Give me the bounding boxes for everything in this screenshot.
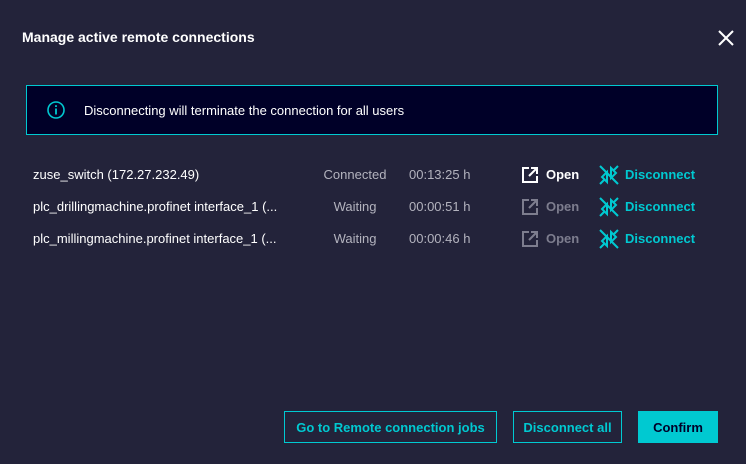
dialog-title: Manage active remote connections <box>22 29 255 45</box>
confirm-button[interactable]: Confirm <box>638 411 718 443</box>
disconnect-icon <box>599 197 619 217</box>
connection-duration: 00:00:51 h <box>409 199 471 214</box>
disconnect-all-button[interactable]: Disconnect all <box>513 411 622 443</box>
connection-row: plc_drillingmachine.profinet interface_1… <box>0 191 746 223</box>
close-icon <box>718 30 734 46</box>
open-label: Open <box>546 231 580 246</box>
open-button[interactable]: Open <box>520 159 590 191</box>
connection-duration: 00:00:46 h <box>409 231 471 246</box>
disconnect-label: Disconnect <box>625 231 696 246</box>
disconnect-button[interactable]: Disconnect <box>599 159 719 191</box>
disconnect-icon <box>599 229 619 249</box>
info-message: Disconnecting will terminate the connect… <box>84 102 405 118</box>
disconnect-button[interactable]: Disconnect <box>599 223 719 255</box>
connection-duration: 00:13:25 h <box>409 167 471 182</box>
external-link-icon <box>520 229 540 249</box>
external-link-icon <box>520 197 540 217</box>
open-label: Open <box>546 167 580 182</box>
disconnect-label: Disconnect <box>625 167 696 182</box>
close-button[interactable] <box>713 25 739 51</box>
connection-status: Connected <box>323 167 387 182</box>
disconnect-label: Disconnect <box>625 199 696 214</box>
disconnect-button[interactable]: Disconnect <box>599 191 719 223</box>
open-button[interactable]: Open <box>520 223 590 255</box>
disconnect-icon <box>599 165 619 185</box>
connection-row: plc_millingmachine.profinet interface_1 … <box>0 223 746 255</box>
connection-name: plc_drillingmachine.profinet interface_1… <box>33 199 278 214</box>
open-button[interactable]: Open <box>520 191 590 223</box>
go-to-remote-connection-jobs-button[interactable]: Go to Remote connection jobs <box>284 411 497 443</box>
connection-status: Waiting <box>333 199 377 214</box>
remote-connections-dialog: Manage active remote connections Disconn… <box>0 0 746 464</box>
open-label: Open <box>546 199 580 214</box>
external-link-icon <box>520 165 540 185</box>
connection-name: zuse_switch (172.27.232.49) <box>33 167 200 182</box>
connection-row: zuse_switch (172.27.232.49) Connected 00… <box>0 159 746 191</box>
connection-status: Waiting <box>333 231 377 246</box>
info-icon <box>46 100 66 120</box>
connection-name: plc_millingmachine.profinet interface_1 … <box>33 231 277 246</box>
info-banner: Disconnecting will terminate the connect… <box>26 85 718 135</box>
